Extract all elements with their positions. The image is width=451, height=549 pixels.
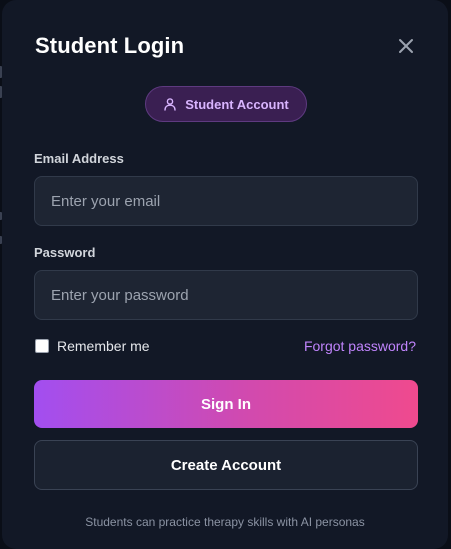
password-label: Password — [34, 245, 96, 260]
email-label: Email Address — [34, 151, 124, 166]
login-modal: Student Login Student Account Email Addr… — [2, 0, 448, 549]
sign-in-button[interactable]: Sign In — [34, 380, 418, 428]
modal-title: Student Login — [35, 33, 185, 58]
user-icon — [164, 98, 176, 111]
remember-me-checkbox[interactable] — [35, 339, 49, 353]
student-account-badge: Student Account — [145, 86, 307, 122]
close-button[interactable] — [395, 35, 417, 57]
forgot-password-link[interactable]: Forgot password? — [304, 338, 416, 354]
create-account-button[interactable]: Create Account — [34, 440, 418, 490]
footer-note: Students can practice therapy skills wit… — [85, 515, 365, 529]
close-icon — [399, 39, 413, 53]
email-field[interactable] — [34, 176, 418, 226]
remember-me-option[interactable]: Remember me — [35, 338, 150, 354]
remember-me-label: Remember me — [57, 338, 150, 354]
badge-label: Student Account — [185, 96, 289, 112]
password-field[interactable] — [34, 270, 418, 320]
